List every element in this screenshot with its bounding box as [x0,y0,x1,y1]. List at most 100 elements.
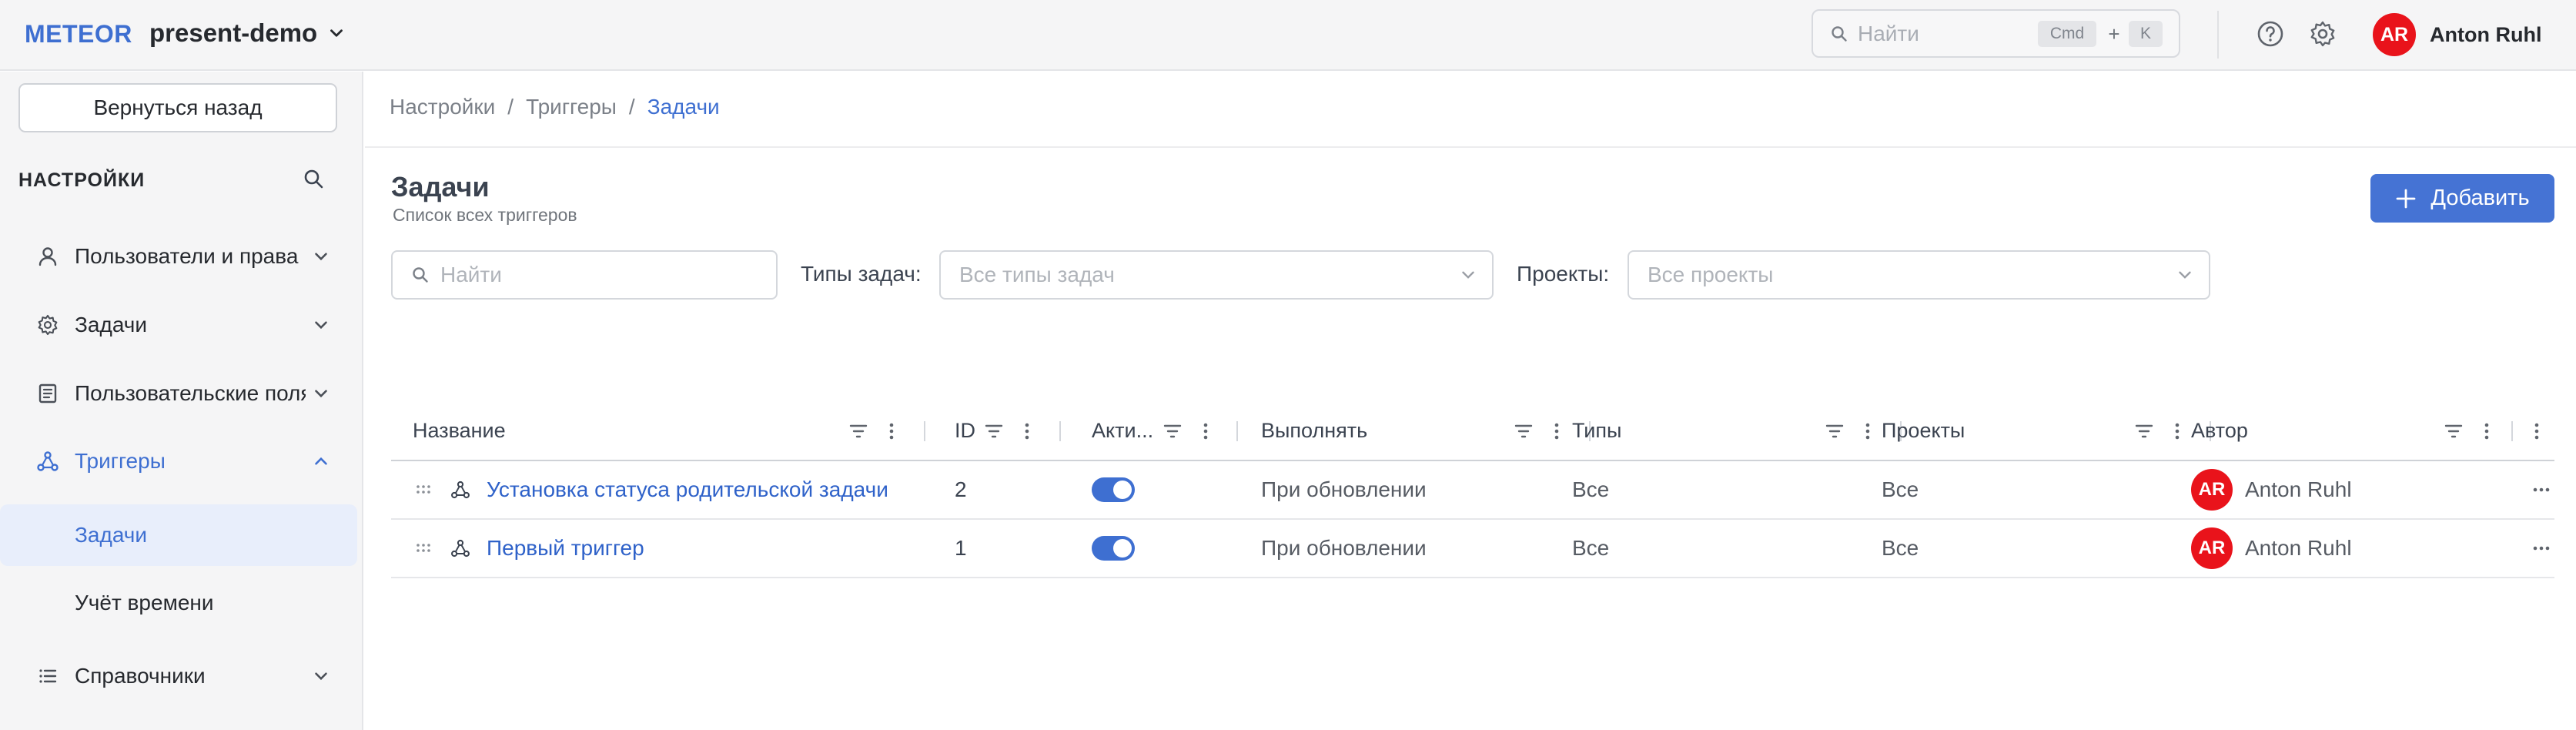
header-divider [2217,11,2219,59]
help-icon[interactable] [2255,18,2286,49]
list-icon [39,669,57,683]
row-more-icon[interactable] [2530,537,2553,560]
sidebar-item-triggers[interactable]: Триггеры [0,430,362,492]
more-vertical-icon[interactable] [2166,420,2189,443]
back-button[interactable]: Вернуться назад [18,83,337,132]
task-types-select[interactable]: Все типы задач [939,250,1494,300]
breadcrumb-settings[interactable]: Настройки [390,95,495,119]
add-trigger-button[interactable]: Добавить [2370,174,2554,223]
table-search-input[interactable]: Найти [391,250,778,300]
trigger-author: AR Anton Ruhl [2191,461,2352,518]
table-row[interactable]: Установка статуса родительской задачи 2 … [391,461,2554,520]
page-subtitle: Список всех триггеров [393,205,577,225]
more-vertical-icon[interactable] [880,420,903,443]
trigger-icon [37,451,59,471]
active-toggle-cell [1092,461,1135,518]
gear-icon [38,314,58,336]
main-content: Настройки / Триггеры / Задачи Задачи Спи… [365,72,2576,730]
more-vertical-icon[interactable] [1194,420,1217,443]
chevron-up-icon [315,457,327,465]
more-vertical-icon[interactable] [1545,420,1568,443]
global-search-input[interactable]: Найти Cmd + K [1812,9,2180,58]
column-resizer[interactable] [2511,421,2513,441]
filter-icon[interactable] [1161,420,1184,443]
column-header-types[interactable]: Типы [1572,401,1621,460]
sidebar-item-label: Задачи [75,313,148,337]
author-name: Anton Ruhl [2245,536,2352,560]
trigger-projects: Все [1882,477,1919,501]
sidebar-item-users[interactable]: Пользователи и права [0,226,362,287]
table-search-placeholder: Найти [440,263,502,286]
sidebar-subitem-label: Учёт времени [75,591,214,614]
column-header-author[interactable]: Автор [2191,401,2248,460]
column-header-run[interactable]: Выполнять [1261,401,1367,460]
trigger-run-mode: При обновлении [1261,477,1427,501]
project-switcher[interactable]: present-demo [149,18,346,48]
user-name: Anton Ruhl [2430,22,2542,46]
row-more-icon[interactable] [2530,478,2553,501]
filter-icon[interactable] [1823,420,1846,443]
sidebar-subitem-time-tracking[interactable]: Учёт времени [0,572,357,634]
trigger-id: 2 [955,477,967,501]
filter-icon[interactable] [2133,420,2156,443]
trigger-name-link[interactable]: Первый триггер [487,520,644,577]
breadcrumb-separator: / [628,95,635,119]
sidebar-item-tasks[interactable]: Задачи [0,294,362,356]
sidebar-item-label: Пользовательские поля [75,381,306,405]
user-icon [38,247,57,266]
shortcut-k-key: K [2129,21,2163,47]
trigger-id: 1 [955,536,967,560]
breadcrumb-triggers[interactable]: Триггеры [526,95,617,119]
column-resizer[interactable] [1059,421,1061,441]
plus-icon [2397,189,2416,208]
more-vertical-icon[interactable] [2475,420,2498,443]
breadcrumb: Настройки / Триггеры / Задачи [390,95,720,119]
active-toggle-cell [1092,520,1135,577]
column-resizer[interactable] [924,421,925,441]
trigger-name-link[interactable]: Установка статуса родительской задачи [487,461,888,518]
trigger-projects: Все [1882,536,1919,560]
more-vertical-icon[interactable] [1015,420,1039,443]
column-resizer[interactable] [1236,421,1238,441]
table-settings-more-icon[interactable] [2525,420,2548,443]
chevron-down-icon [315,253,327,261]
trigger-author: AR Anton Ruhl [2191,520,2352,577]
column-header-active[interactable]: Акти... [1092,401,1153,460]
active-toggle[interactable] [1092,536,1135,561]
settings-sidebar: Вернуться назад НАСТРОЙКИ Пользователи и… [0,72,363,730]
sidebar-section-title: НАСТРОЙКИ [18,169,146,191]
filter-icon[interactable] [847,420,870,443]
sidebar-item-label: Триггеры [75,449,166,473]
drag-handle-icon[interactable] [414,539,433,558]
drag-handle-icon[interactable] [414,481,433,499]
filter-icon[interactable] [2442,420,2465,443]
user-menu[interactable]: AR Anton Ruhl [2373,13,2541,56]
list-box-icon [38,383,57,404]
sidebar-item-custom-fields[interactable]: Пользовательские поля [0,363,362,424]
active-toggle[interactable] [1092,477,1135,502]
app-logo[interactable]: METEOR [25,20,132,49]
avatar: AR [2191,527,2233,569]
global-search-placeholder: Найти [1858,21,1919,45]
chevron-down-icon [315,321,327,330]
table-row[interactable]: Первый триггер 1 При обновлении Все Все … [391,520,2554,578]
table-header: Название ID Акти... Выполнять Типы Проек… [391,401,2554,461]
sidebar-search-icon[interactable] [302,167,326,192]
sidebar-subitem-tasks[interactable]: Задачи [0,504,357,566]
breadcrumb-tasks[interactable]: Задачи [647,95,720,119]
add-button-label: Добавить [2430,186,2530,210]
column-header-id[interactable]: ID [955,401,975,460]
trigger-types: Все [1572,477,1610,501]
projects-select[interactable]: Все проекты [1628,250,2210,300]
trigger-icon [451,481,470,499]
filter-icon[interactable] [1512,420,1535,443]
sidebar-item-directories[interactable]: Справочники [0,645,362,707]
projects-placeholder: Все проекты [1648,263,1774,286]
column-header-projects[interactable]: Проекты [1882,401,1965,460]
more-vertical-icon[interactable] [1856,420,1879,443]
filter-icon[interactable] [982,420,1005,443]
chevron-down-icon [315,672,327,681]
author-name: Anton Ruhl [2245,477,2352,501]
settings-gear-icon[interactable] [2307,18,2338,49]
column-header-name[interactable]: Название [413,401,506,460]
